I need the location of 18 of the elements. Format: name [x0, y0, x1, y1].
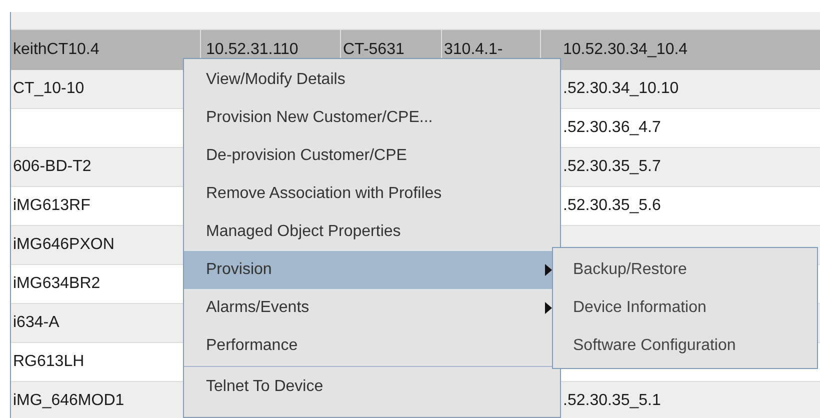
table-cell-text: iMG634BR2 [13, 274, 100, 294]
table-cell-text: RG613LH [13, 352, 84, 372]
table-cell-text: 10.52.30.34_10.4 [563, 40, 688, 60]
table-cell-text: .52.30.35_5.7 [563, 157, 661, 177]
table-cell-text: .52.30.35_5.6 [563, 196, 661, 216]
table-cell-text: .52.30.34_10.10 [563, 79, 679, 99]
table-cell-text: 310.4.1- [444, 40, 503, 60]
table-cell-text: iMG_646MOD1 [13, 391, 124, 411]
table-cell-text: CT-5631 [343, 40, 404, 60]
table-cell-text: .52.30.35_5.1 [563, 391, 661, 411]
table-cell-text: 10.52.31.110 [206, 40, 298, 60]
table-cell-text: keithCT10.4 [13, 40, 100, 60]
table-cell-text: CT_10-10 [13, 79, 84, 99]
table-cell-text: 606-BD-T2 [13, 157, 92, 177]
table-cell-text: iMG646PXON [13, 235, 114, 255]
table-cell-text: iMG613RF [13, 196, 90, 216]
table-cell-text: .52.30.36_4.7 [563, 118, 661, 138]
table-cell-text: i634-A [13, 313, 60, 333]
